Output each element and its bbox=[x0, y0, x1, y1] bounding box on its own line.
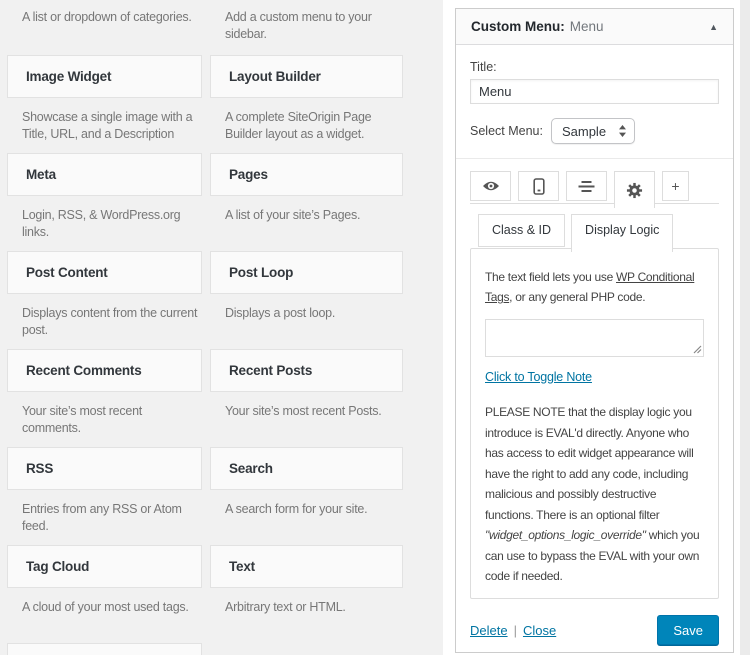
widget-form-body: Title: Select Menu: Sample bbox=[456, 45, 733, 645]
widget-description: Your site’s most recent comments. bbox=[7, 392, 202, 447]
widget-box-tag-cloud[interactable]: Tag Cloud bbox=[7, 545, 202, 588]
settings-sub-tabs: Class & ID Display Logic bbox=[478, 214, 719, 248]
widget-edit-panel: Custom Menu: Menu ▲ Title: Select Menu: … bbox=[443, 0, 740, 655]
save-button[interactable]: Save bbox=[657, 615, 719, 645]
widget-box-meta[interactable]: Meta bbox=[7, 153, 202, 196]
widget-box-text[interactable]: Text bbox=[210, 545, 403, 588]
select-menu-label: Select Menu: bbox=[470, 124, 543, 138]
widget-form-title: Custom Menu: bbox=[471, 19, 565, 34]
widgets-column-1: A list or dropdown of categories. Image … bbox=[7, 0, 202, 655]
widget-description: A complete SiteOrigin Page Builder layou… bbox=[210, 98, 403, 153]
select-menu-row: Select Menu: Sample bbox=[470, 118, 719, 144]
custom-menu-widget-form: Custom Menu: Menu ▲ Title: Select Menu: … bbox=[455, 8, 734, 653]
eye-icon bbox=[482, 179, 500, 193]
logic-textarea[interactable] bbox=[485, 319, 704, 357]
footer-separator: | bbox=[514, 623, 517, 638]
note-text: PLEASE NOTE that the display logic you i… bbox=[485, 405, 694, 522]
tab-settings[interactable] bbox=[614, 171, 655, 208]
widget-box-partial[interactable] bbox=[7, 643, 202, 655]
display-logic-note: PLEASE NOTE that the display logic you i… bbox=[485, 402, 704, 587]
widget-box-rss[interactable]: RSS bbox=[7, 447, 202, 490]
form-divider bbox=[456, 158, 733, 159]
widget-description: Entries from any RSS or Atom feed. bbox=[7, 490, 202, 545]
widget-description: Add a custom menu to your sidebar. bbox=[210, 0, 403, 55]
tab-add[interactable]: + bbox=[662, 171, 689, 201]
widget-description: A search form for your site. bbox=[210, 490, 403, 545]
available-widgets-panel: A list or dropdown of categories. Image … bbox=[0, 0, 443, 655]
note-filter-name: "widget_options_logic_override" bbox=[485, 528, 646, 542]
plus-icon: + bbox=[671, 178, 679, 194]
tab-visibility[interactable] bbox=[470, 171, 511, 201]
widgets-column-2: Add a custom menu to your sidebar. Layou… bbox=[210, 0, 403, 655]
widget-description: Your site’s most recent Posts. bbox=[210, 392, 403, 447]
widget-box-layout-builder[interactable]: Layout Builder bbox=[210, 55, 403, 98]
widget-description: Arbitrary text or HTML. bbox=[210, 588, 403, 643]
close-link[interactable]: Close bbox=[523, 623, 556, 638]
widget-description: A cloud of your most used tags. bbox=[7, 588, 202, 643]
align-center-icon bbox=[578, 180, 595, 193]
widget-form-subtitle: Menu bbox=[570, 19, 604, 34]
display-logic-panel: The text field lets you use WP Condition… bbox=[470, 248, 719, 599]
title-input[interactable] bbox=[470, 79, 719, 104]
mobile-icon bbox=[533, 178, 545, 195]
tab-display-logic[interactable]: Display Logic bbox=[571, 214, 673, 252]
page-background-strip bbox=[740, 0, 750, 655]
widget-form-header[interactable]: Custom Menu: Menu ▲ bbox=[456, 9, 733, 45]
intro-text: The text field lets you use bbox=[485, 270, 616, 284]
toggle-note-link[interactable]: Click to Toggle Note bbox=[485, 370, 592, 384]
widget-description: Showcase a single image with a Title, UR… bbox=[7, 98, 202, 153]
tab-class-id[interactable]: Class & ID bbox=[478, 214, 565, 247]
delete-link[interactable]: Delete bbox=[470, 623, 508, 638]
display-logic-intro: The text field lets you use WP Condition… bbox=[485, 267, 704, 307]
widget-options-tabs: + bbox=[470, 171, 719, 204]
widget-description: A list of your site’s Pages. bbox=[210, 196, 403, 251]
widget-box-recent-comments[interactable]: Recent Comments bbox=[7, 349, 202, 392]
widget-description: Displays a post loop. bbox=[210, 294, 403, 349]
widget-box-search[interactable]: Search bbox=[210, 447, 403, 490]
widget-form-footer: Delete | Close Save bbox=[470, 615, 719, 645]
menu-select-value: Sample bbox=[562, 124, 618, 139]
title-label: Title: bbox=[470, 60, 719, 74]
intro-text-end: , or any general PHP code. bbox=[509, 290, 645, 304]
select-arrows-icon bbox=[618, 124, 627, 138]
gear-icon bbox=[626, 182, 643, 199]
widget-box-recent-posts[interactable]: Recent Posts bbox=[210, 349, 403, 392]
widget-box-pages[interactable]: Pages bbox=[210, 153, 403, 196]
menu-select[interactable]: Sample bbox=[551, 118, 635, 144]
widget-description: A list or dropdown of categories. bbox=[7, 0, 202, 55]
widget-description: Login, RSS, & WordPress.org links. bbox=[7, 196, 202, 251]
widget-box-post-content[interactable]: Post Content bbox=[7, 251, 202, 294]
widget-description: Displays content from the current post. bbox=[7, 294, 202, 349]
resize-handle-icon[interactable] bbox=[693, 345, 702, 354]
logic-textarea-wrap bbox=[485, 319, 704, 357]
widgets-screen: A list or dropdown of categories. Image … bbox=[0, 0, 750, 655]
tab-alignment[interactable] bbox=[566, 171, 607, 201]
widget-box-post-loop[interactable]: Post Loop bbox=[210, 251, 403, 294]
widget-box-image-widget[interactable]: Image Widget bbox=[7, 55, 202, 98]
collapse-icon[interactable]: ▲ bbox=[709, 22, 718, 32]
tab-mobile[interactable] bbox=[518, 171, 559, 201]
